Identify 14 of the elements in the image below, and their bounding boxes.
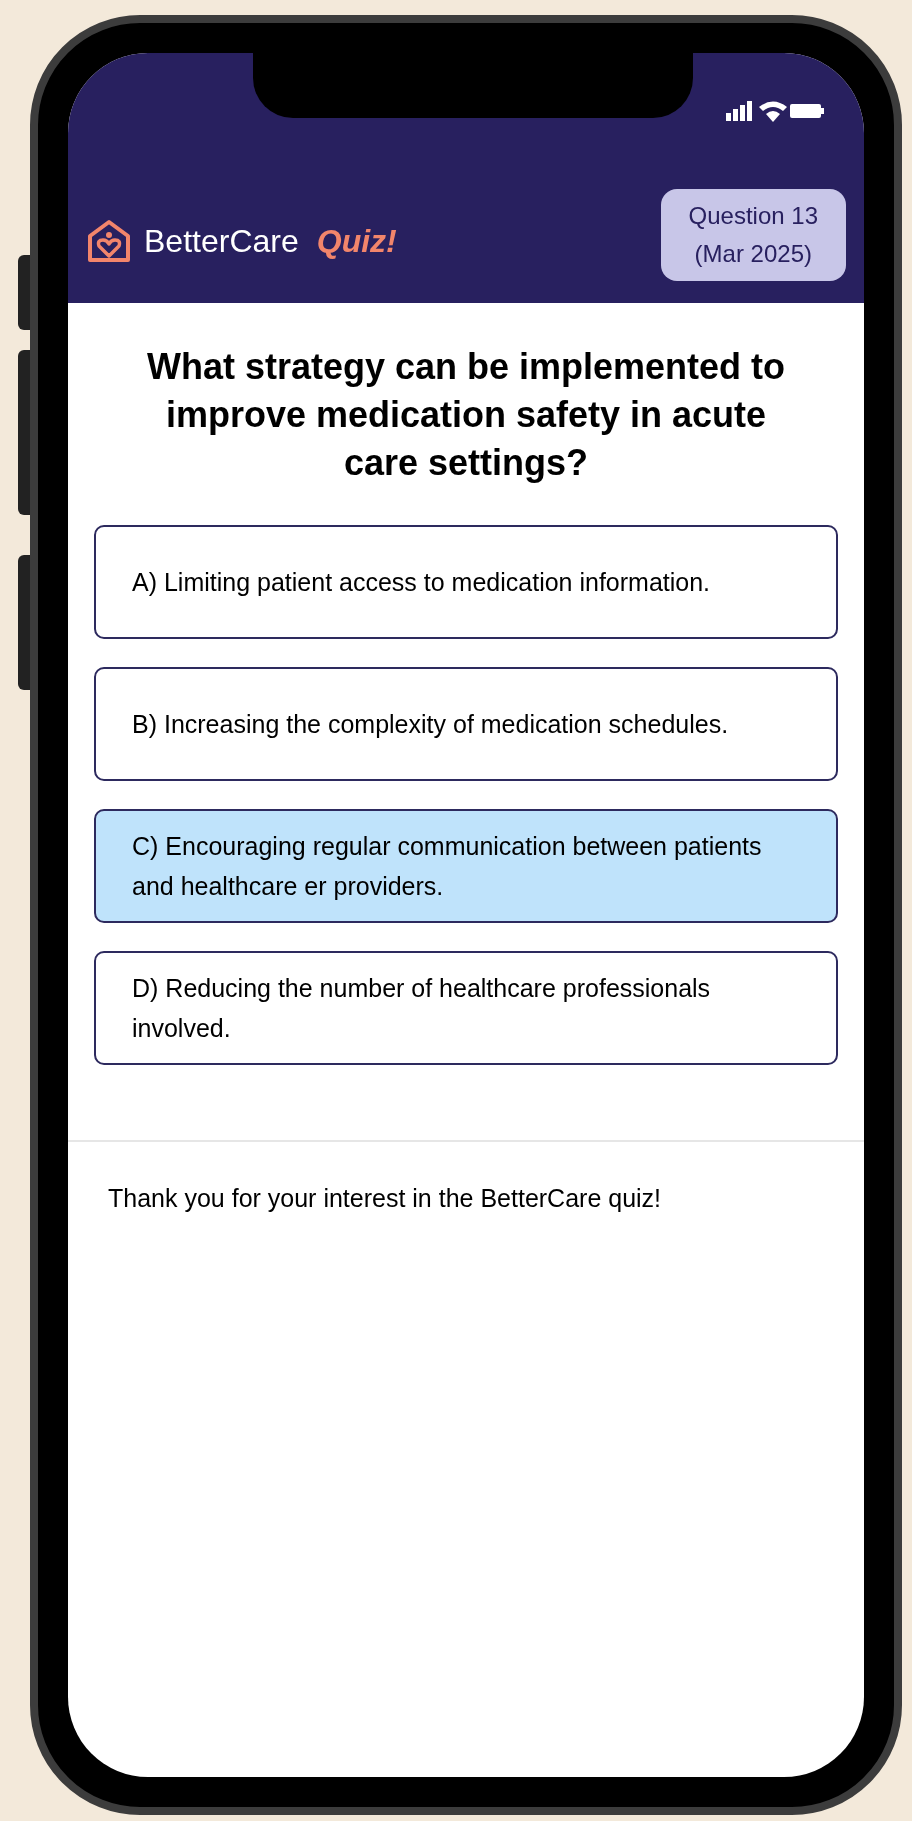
brand-accent: Quiz! xyxy=(316,222,397,261)
question-text: What strategy can be implemented to improve medication safety in acute care settings? xyxy=(145,345,787,485)
signal-icon xyxy=(726,101,752,121)
house-heart-icon xyxy=(86,218,132,264)
wifi-icon xyxy=(758,100,788,122)
badge-text: Question 13 xyxy=(688,201,818,231)
answer-option[interactable]: A) Limiting patient access to medication information. xyxy=(94,525,838,639)
brand-name: BetterCare xyxy=(144,222,299,261)
battery-icon xyxy=(790,104,824,118)
badge-text: (Mar 2025) xyxy=(694,239,812,269)
thank-you-text: Thank you for your interest in the BetterCare quiz! xyxy=(108,1183,663,1214)
answer-option[interactable]: D) Reducing the number of healthcare professionals involved. xyxy=(94,951,838,1065)
answer-option[interactable]: B) Increasing the complexity of medication schedules. xyxy=(94,667,838,781)
answer-option[interactable]: C) Encouraging regular communication between patients and healthcare er providers. xyxy=(94,809,838,923)
